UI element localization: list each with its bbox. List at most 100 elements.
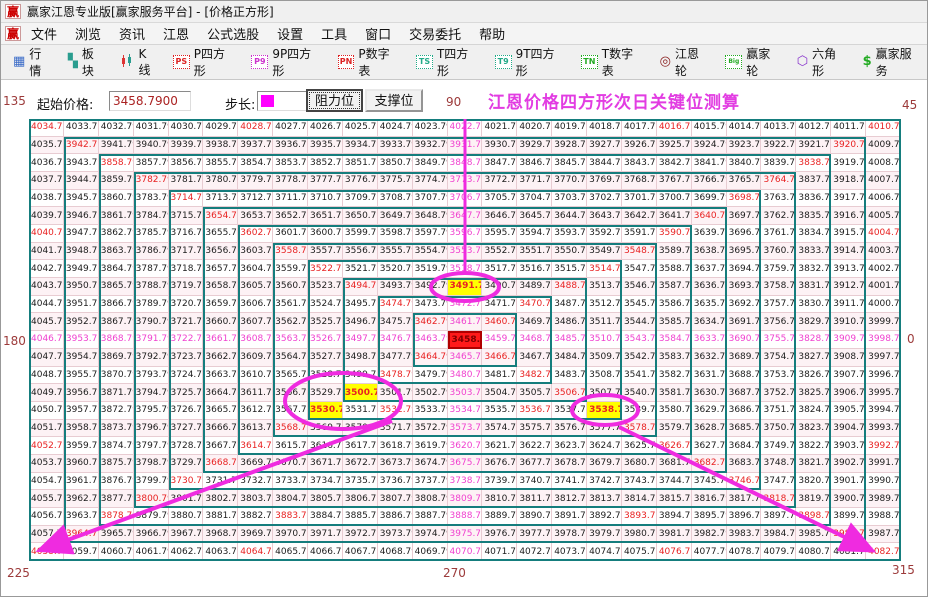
grid-cell[interactable]: 3888.79	[448, 508, 483, 526]
grid-cell[interactable]: 3479.79	[413, 367, 448, 385]
grid-cell[interactable]: 3540.79	[622, 384, 657, 402]
grid-cell[interactable]: 3806.79	[343, 490, 378, 508]
grid-cell[interactable]: 3703.79	[552, 190, 587, 208]
grid-cell[interactable]: 3679.79	[587, 455, 622, 473]
grid-cell[interactable]: 3643.79	[587, 207, 622, 225]
grid-cell[interactable]: 3736.79	[378, 473, 413, 491]
grid-cell[interactable]: 4044.79	[29, 296, 64, 314]
grid-cell[interactable]: 3882.79	[238, 508, 273, 526]
grid-cell[interactable]: 3781.79	[169, 172, 204, 190]
grid-cell[interactable]: 3910.79	[831, 313, 866, 331]
grid-cell[interactable]: 3871.79	[99, 384, 134, 402]
grid-cell[interactable]: 3658.79	[203, 278, 238, 296]
grid-cell[interactable]: 3532.79	[378, 402, 413, 420]
grid-cell[interactable]: 3830.79	[796, 296, 831, 314]
grid-cell[interactable]: 3762.79	[761, 207, 796, 225]
grid-cell[interactable]: 3940.79	[134, 137, 169, 155]
key-level-cell[interactable]: 3538.79	[587, 402, 622, 420]
grid-cell[interactable]: 3603.79	[238, 243, 273, 261]
grid-cell[interactable]: 3600.79	[308, 225, 343, 243]
grid-cell[interactable]: 3551.79	[517, 243, 552, 261]
grid-cell[interactable]: 3632.79	[692, 349, 727, 367]
grid-cell[interactable]: 3740.79	[517, 473, 552, 491]
grid-cell[interactable]: 4036.79	[29, 154, 64, 172]
grid-cell[interactable]: 3529.79	[308, 384, 343, 402]
grid-cell[interactable]: 3536.79	[517, 402, 552, 420]
grid-cell[interactable]: 3462.79	[413, 313, 448, 331]
grid-cell[interactable]: 4050.79	[29, 402, 64, 420]
grid-cell[interactable]: 3494.79	[343, 278, 378, 296]
grid-cell[interactable]: 3931.79	[448, 137, 483, 155]
grid-cell[interactable]: 3862.79	[99, 225, 134, 243]
grid-cell[interactable]: 3717.79	[169, 243, 204, 261]
grid-cell[interactable]: 3841.79	[692, 154, 727, 172]
grid-cell[interactable]: 3652.79	[273, 207, 308, 225]
grid-cell[interactable]: 3807.79	[378, 490, 413, 508]
grid-cell[interactable]: 3849.79	[413, 154, 448, 172]
grid-cell[interactable]: 3702.79	[587, 190, 622, 208]
grid-cell[interactable]: 3545.79	[622, 296, 657, 314]
grid-cell[interactable]: 3620.79	[448, 437, 483, 455]
grid-cell[interactable]: 3725.79	[169, 384, 204, 402]
grid-cell[interactable]: 3846.79	[517, 154, 552, 172]
grid-cell[interactable]: 3755.79	[761, 331, 796, 349]
grid-cell[interactable]: 3921.79	[796, 137, 831, 155]
grid-cell[interactable]: 3918.79	[831, 172, 866, 190]
grid-cell[interactable]: 3741.79	[552, 473, 587, 491]
grid-cell[interactable]: 3523.79	[308, 278, 343, 296]
grid-cell[interactable]: 3795.79	[134, 402, 169, 420]
grid-cell[interactable]: 4051.79	[29, 420, 64, 438]
grid-cell[interactable]: 3722.79	[169, 331, 204, 349]
grid-cell[interactable]: 3714.79	[169, 190, 204, 208]
grid-cell[interactable]: 3768.79	[622, 172, 657, 190]
grid-cell[interactable]: 4013.79	[761, 119, 796, 137]
grid-cell[interactable]: 3866.79	[99, 296, 134, 314]
grid-cell[interactable]: 3750.79	[761, 420, 796, 438]
grid-cell[interactable]: 3749.79	[761, 437, 796, 455]
grid-cell[interactable]: 3944.79	[64, 172, 99, 190]
grid-cell[interactable]: 3875.79	[99, 455, 134, 473]
grid-cell[interactable]: 3742.79	[587, 473, 622, 491]
grid-cell[interactable]: 3961.79	[64, 473, 99, 491]
grid-cell[interactable]: 3471.79	[482, 296, 517, 314]
grid-cell[interactable]: 3504.79	[482, 384, 517, 402]
grid-cell[interactable]: 3737.79	[413, 473, 448, 491]
grid-cell[interactable]: 3761.79	[761, 225, 796, 243]
grid-cell[interactable]: 3814.79	[622, 490, 657, 508]
grid-cell[interactable]: 3823.79	[796, 420, 831, 438]
grid-cell[interactable]: 3732.79	[238, 473, 273, 491]
grid-cell[interactable]: 4071.79	[482, 543, 517, 561]
grid-cell[interactable]: 3987.79	[866, 526, 901, 544]
grid-cell[interactable]: 3713.79	[203, 190, 238, 208]
grid-cell[interactable]: 3790.79	[134, 313, 169, 331]
grid-cell[interactable]: 3845.79	[552, 154, 587, 172]
grid-cell[interactable]: 3509.79	[587, 349, 622, 367]
grid-cell[interactable]: 4027.79	[273, 119, 308, 137]
grid-cell[interactable]: 3708.79	[378, 190, 413, 208]
grid-cell[interactable]: 3924.79	[692, 137, 727, 155]
grid-cell[interactable]: 3869.79	[99, 349, 134, 367]
grid-cell[interactable]: 4009.79	[866, 137, 901, 155]
grid-cell[interactable]: 3527.79	[308, 349, 343, 367]
grid-cell[interactable]: 3492.79	[413, 278, 448, 296]
grid-cell[interactable]: 3843.79	[622, 154, 657, 172]
grid-cell[interactable]: 3512.79	[587, 296, 622, 314]
grid-cell[interactable]: 3510.79	[587, 331, 622, 349]
grid-cell[interactable]: 4080.79	[796, 543, 831, 561]
grid-cell[interactable]: 4082.79	[866, 543, 901, 561]
grid-cell[interactable]: 3919.79	[831, 154, 866, 172]
grid-cell[interactable]: 3805.79	[308, 490, 343, 508]
grid-cell[interactable]: 3624.79	[587, 437, 622, 455]
grid-cell[interactable]: 3895.79	[692, 508, 727, 526]
grid-cell[interactable]: 3693.79	[727, 278, 762, 296]
grid-cell[interactable]: 3548.79	[622, 243, 657, 261]
grid-cell[interactable]: 3833.79	[796, 243, 831, 261]
grid-cell[interactable]: 3556.79	[343, 243, 378, 261]
grid-cell[interactable]: 3739.79	[482, 473, 517, 491]
grid-cell[interactable]: 3663.79	[203, 367, 238, 385]
grid-cell[interactable]: 3459.79	[482, 331, 517, 349]
grid-cell[interactable]: 3967.79	[169, 526, 204, 544]
grid-cell[interactable]: 3578.79	[622, 420, 657, 438]
grid-cell[interactable]: 3646.79	[482, 207, 517, 225]
grid-cell[interactable]: 3497.79	[343, 331, 378, 349]
